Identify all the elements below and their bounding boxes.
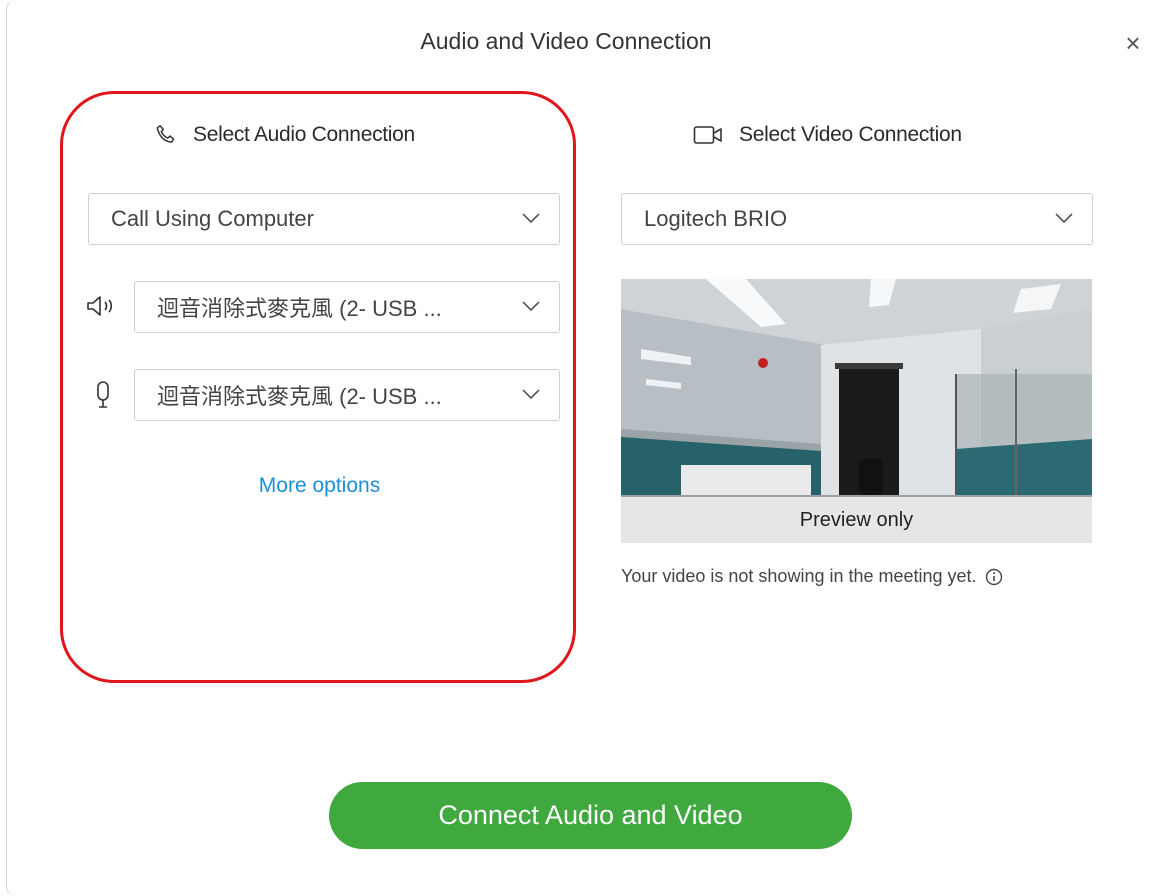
dialog-title: Audio and Video Connection xyxy=(420,28,712,54)
phone-icon xyxy=(156,125,175,143)
chevron-down-icon xyxy=(522,301,540,312)
microphone-select[interactable]: 迴音消除式麥克風 (2- USB ... xyxy=(134,369,560,421)
chevron-down-icon xyxy=(522,389,540,400)
audio-section-heading: Select Audio Connection xyxy=(153,120,415,150)
speaker-select[interactable]: 迴音消除式麥克風 (2- USB ... xyxy=(134,281,560,333)
microphone-value: 迴音消除式麥克風 (2- USB ... xyxy=(157,384,442,409)
camera-value: Logitech BRIO xyxy=(644,206,788,231)
video-section-heading: Select Video Connection xyxy=(693,120,962,150)
info-icon[interactable] xyxy=(985,568,1003,586)
video-notice-text: Your video is not showing in the meeting… xyxy=(621,566,977,586)
audio-connection-value: Call Using Computer xyxy=(111,206,314,231)
close-button[interactable]: × xyxy=(1118,30,1148,60)
more-options-link[interactable]: More options xyxy=(58,474,581,498)
chevron-down-icon xyxy=(522,213,540,224)
connect-audio-video-button[interactable]: Connect Audio and Video xyxy=(329,782,852,849)
video-heading-label: Select Video Connection xyxy=(739,123,962,146)
audio-connection-select[interactable]: Call Using Computer xyxy=(88,193,560,245)
microphone-icon xyxy=(97,381,109,408)
video-preview: Preview only xyxy=(621,279,1092,543)
chevron-down-icon xyxy=(1055,213,1073,224)
speaker-icon xyxy=(87,296,113,316)
video-notice: Your video is not showing in the meeting… xyxy=(621,566,1003,587)
video-camera-icon xyxy=(693,126,722,144)
audio-heading-label: Select Audio Connection xyxy=(193,123,415,146)
camera-select[interactable]: Logitech BRIO xyxy=(621,193,1093,245)
preview-only-label: Preview only xyxy=(621,497,1092,543)
speaker-value: 迴音消除式麥克風 (2- USB ... xyxy=(157,296,442,321)
